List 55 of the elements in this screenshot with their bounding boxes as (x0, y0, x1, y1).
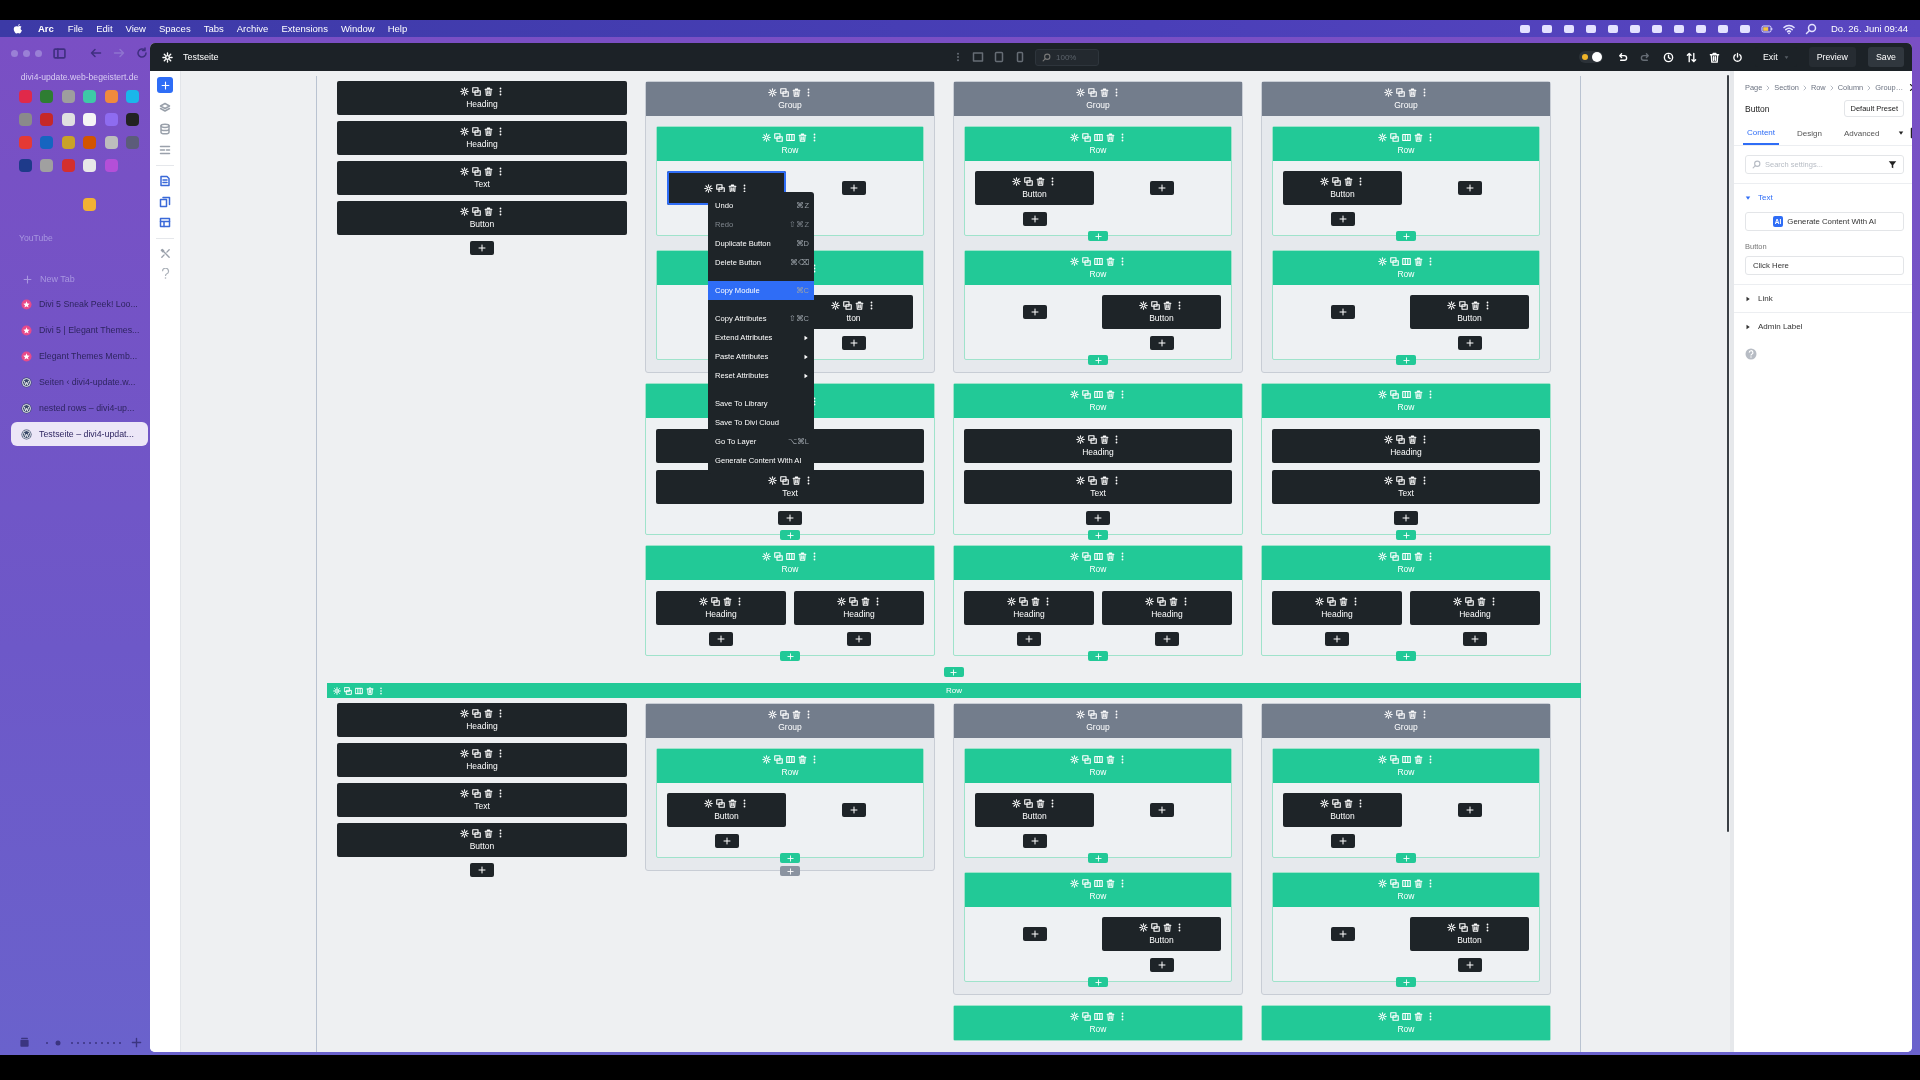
row-label: Row (1089, 1025, 1107, 1034)
row-label: Row (1397, 403, 1415, 412)
module-label: Button (469, 220, 495, 229)
row-label: Row (1397, 892, 1415, 901)
row-label: Row (1089, 565, 1107, 574)
module-label: Text (474, 180, 490, 189)
row-label: Row (781, 146, 799, 155)
group-label: Group (778, 723, 802, 732)
module-label: Button (1457, 936, 1482, 945)
row-label: Row (1089, 270, 1107, 279)
page-title: Testseite (183, 52, 220, 62)
module-label: Heading (1459, 610, 1491, 619)
module-label: Heading (705, 610, 737, 619)
row-label: Row (1089, 403, 1107, 412)
module-label: Button (1457, 314, 1482, 323)
row-label: Row (1089, 768, 1107, 777)
row-label: Row (781, 768, 799, 777)
module-label: Heading (1151, 610, 1183, 619)
module-label: Heading (466, 762, 498, 771)
module-label: Button (714, 812, 739, 821)
row-label: Row (1089, 892, 1107, 901)
row-label: Row (1089, 146, 1107, 155)
module-label: Button (1330, 190, 1355, 199)
row-label: Row (1397, 1025, 1415, 1034)
group-label: Group (778, 101, 802, 110)
row-label: Row (1397, 146, 1415, 155)
module-label: Heading (1082, 448, 1114, 457)
module-label: Button (469, 842, 495, 851)
row-label: Row (1397, 768, 1415, 777)
module-label: Heading (466, 140, 498, 149)
module-label: Button (1330, 812, 1355, 821)
module-label: Text (474, 802, 490, 811)
module-label: Text (782, 489, 798, 498)
row-label: Row (1397, 565, 1415, 574)
module-label: Text (1090, 489, 1106, 498)
module-label: tton (846, 314, 861, 323)
module-label: Button (1149, 314, 1174, 323)
row-label: Row (1397, 270, 1415, 279)
group-label: Group (1394, 723, 1418, 732)
module-label: Button (1022, 812, 1047, 821)
module-label: Heading (466, 100, 498, 109)
group-label: Group (1394, 101, 1418, 110)
row-label: Row (781, 565, 799, 574)
module-label: Button (1022, 190, 1047, 199)
row-label: Row (946, 686, 962, 695)
group-label: Group (1086, 723, 1110, 732)
module-label: Heading (466, 722, 498, 731)
module-label: Heading (1321, 610, 1353, 619)
module-label: Text (1398, 489, 1414, 498)
module-label: Button (1149, 936, 1174, 945)
panel-title: Button (1745, 103, 1770, 114)
module-label: Heading (1013, 610, 1045, 619)
module-label: Heading (1390, 448, 1422, 457)
group-label: Group (1086, 101, 1110, 110)
module-label: Heading (843, 610, 875, 619)
